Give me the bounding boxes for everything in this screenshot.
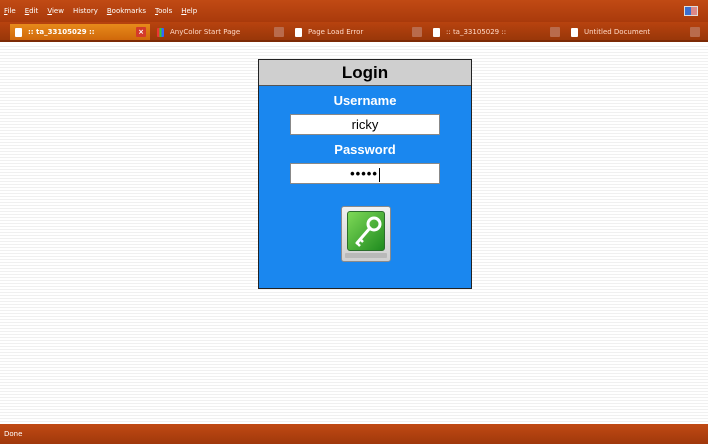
document-icon xyxy=(295,27,302,37)
menu-history[interactable]: History xyxy=(73,7,98,15)
login-button[interactable] xyxy=(341,206,391,262)
tab-label: Untitled Document xyxy=(584,28,651,36)
menu-file[interactable]: File xyxy=(4,7,16,15)
close-icon[interactable] xyxy=(412,27,422,37)
page-content: Login Username ricky Password ••••• xyxy=(0,44,708,424)
status-bar: Done xyxy=(0,424,708,444)
login-title: Login xyxy=(259,60,471,86)
tab-label: :: ta_33105029 :: xyxy=(446,28,507,36)
menu-bar: File Edit View History Bookmarks Tools H… xyxy=(0,0,708,22)
login-panel: Login Username ricky Password ••••• xyxy=(258,59,472,289)
tab-ta[interactable]: :: ta_33105029 :: xyxy=(428,24,564,40)
username-value: ricky xyxy=(351,117,379,132)
document-icon xyxy=(15,27,22,37)
tab-untitled[interactable]: Untitled Document xyxy=(566,24,704,40)
password-value: ••••• xyxy=(350,166,378,181)
tab-anycolor[interactable]: AnyColor Start Page xyxy=(152,24,288,40)
window-icon xyxy=(684,6,698,16)
username-label: Username xyxy=(333,93,397,108)
menu-help[interactable]: Help xyxy=(181,7,197,15)
status-text: Done xyxy=(4,430,23,438)
tab-label: Page Load Error xyxy=(308,28,364,36)
tab-active[interactable]: :: ta_33105029 :: × xyxy=(10,24,150,40)
tab-label: AnyColor Start Page xyxy=(170,28,241,36)
username-input[interactable]: ricky xyxy=(290,114,440,135)
key-icon xyxy=(347,211,385,251)
document-icon xyxy=(433,27,440,37)
close-icon[interactable] xyxy=(690,27,700,37)
button-base xyxy=(345,253,387,258)
menu-bookmarks[interactable]: Bookmarks xyxy=(107,7,146,15)
close-icon[interactable]: × xyxy=(136,27,146,37)
close-icon[interactable] xyxy=(550,27,560,37)
menu-edit[interactable]: Edit xyxy=(25,7,39,15)
tab-label: :: ta_33105029 :: xyxy=(28,28,95,36)
tab-bar: :: ta_33105029 :: × AnyColor Start Page … xyxy=(0,22,708,42)
anycolor-icon xyxy=(157,27,164,37)
password-input[interactable]: ••••• xyxy=(290,163,440,184)
text-caret xyxy=(378,167,380,182)
password-label: Password xyxy=(334,142,396,157)
tab-page-load-error[interactable]: Page Load Error xyxy=(290,24,426,40)
close-icon[interactable] xyxy=(274,27,284,37)
document-icon xyxy=(571,27,578,37)
menu-tools[interactable]: Tools xyxy=(155,7,172,15)
menu-view[interactable]: View xyxy=(47,7,64,15)
